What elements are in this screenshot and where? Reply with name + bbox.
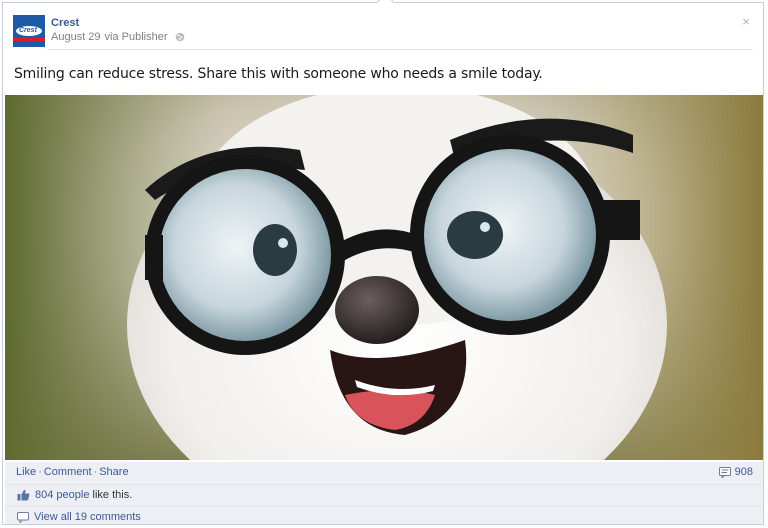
comment-link[interactable]: Comment — [44, 466, 92, 478]
post-meta: August 29 via Publisher — [51, 31, 185, 43]
post-date-link[interactable]: August 29 — [51, 31, 101, 43]
close-button[interactable]: × — [739, 15, 753, 29]
crest-logo-stripe — [13, 38, 45, 41]
post-actions-bar: Like · Comment · Share 908 804 people li… — [5, 462, 763, 524]
header-divider — [47, 49, 753, 50]
post-header: Crest Crest August 29 via Publisher × — [13, 15, 753, 51]
share-icon — [718, 466, 731, 478]
post-via: via Publisher — [104, 31, 168, 43]
comments-row: View all 19 comments — [5, 506, 763, 528]
share-count-value: 908 — [734, 466, 753, 478]
page-name-link[interactable]: Crest — [51, 17, 79, 29]
thumbs-up-icon — [17, 489, 30, 501]
comment-icon — [17, 511, 29, 523]
view-all-comments-link[interactable]: View all 19 comments — [34, 511, 141, 523]
separator: · — [38, 466, 42, 478]
globe-icon[interactable] — [175, 32, 185, 42]
likers-link[interactable]: 804 people — [35, 489, 89, 501]
like-link[interactable]: Like — [16, 466, 36, 478]
post-message: Smiling can reduce stress. Share this wi… — [14, 66, 543, 82]
likes-suffix: like this. — [92, 489, 133, 501]
dog-with-glasses-image — [5, 95, 763, 460]
avatar[interactable]: Crest — [13, 15, 45, 47]
post-photo[interactable] — [5, 95, 763, 460]
crest-logo-text: Crest — [19, 27, 37, 34]
post-card: Crest Crest August 29 via Publisher × Sm… — [2, 0, 764, 525]
share-link[interactable]: Share — [99, 466, 128, 478]
likes-row: 804 people like this. — [5, 484, 763, 506]
share-count[interactable]: 908 — [718, 466, 753, 478]
pointer-notch — [376, 0, 395, 12]
action-row: Like · Comment · Share 908 — [5, 462, 763, 483]
